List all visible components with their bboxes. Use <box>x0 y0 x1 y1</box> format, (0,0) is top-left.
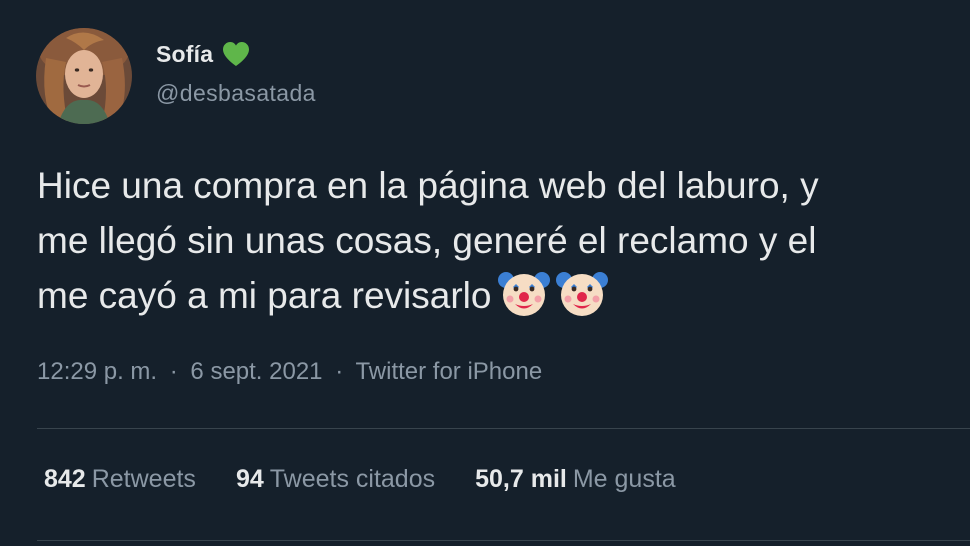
divider <box>37 428 970 429</box>
emoji-group <box>497 268 613 333</box>
quote-tweets-count: 94 <box>235 465 264 493</box>
tweet-date[interactable]: 6 sept. 2021 <box>190 358 322 385</box>
tweet-meta: 12:29 p. m. · 6 sept. 2021 · Twitter for… <box>37 358 542 386</box>
tweet-line: me cayó a mi para revisarlo <box>37 268 819 323</box>
tweet-line: Hice una compra en la página web del lab… <box>37 165 819 206</box>
retweets-count: 842 <box>44 465 86 493</box>
likes-count: 50,7 mil <box>475 465 567 493</box>
quote-tweets-label: Tweets citados <box>269 465 436 493</box>
quote-tweets-stat[interactable]: 94 Tweets citados <box>236 465 435 494</box>
display-name[interactable]: Sofía <box>156 41 213 68</box>
clown-face-icon <box>497 268 551 318</box>
divider <box>37 540 970 541</box>
user-handle[interactable]: @desbasatada <box>156 80 316 107</box>
tweet-line: me llegó sin unas cosas, generé el recla… <box>37 220 817 261</box>
avatar[interactable] <box>36 28 132 124</box>
tweet-stats: 842 Retweets 94 Tweets citados 50,7 mil Me … <box>44 465 716 494</box>
likes-stat[interactable]: 50,7 mil Me gusta <box>475 465 676 494</box>
likes-label: Me gusta <box>572 465 676 493</box>
meta-separator: · <box>169 358 178 385</box>
tweet-text: Hice una compra en la página web del lab… <box>37 158 819 323</box>
tweet-source-link[interactable]: Twitter for iPhone <box>355 358 542 385</box>
retweets-label: Retweets <box>91 465 196 493</box>
tweet-time[interactable]: 12:29 p. m. <box>37 358 157 385</box>
meta-separator: · <box>335 358 344 385</box>
clown-face-icon <box>555 268 609 318</box>
retweets-stat[interactable]: 842 Retweets <box>44 465 196 494</box>
green-heart-icon <box>221 40 251 68</box>
tweet-line-text: me cayó a mi para revisarlo <box>37 275 492 316</box>
author-name-row: Sofía <box>156 38 251 70</box>
